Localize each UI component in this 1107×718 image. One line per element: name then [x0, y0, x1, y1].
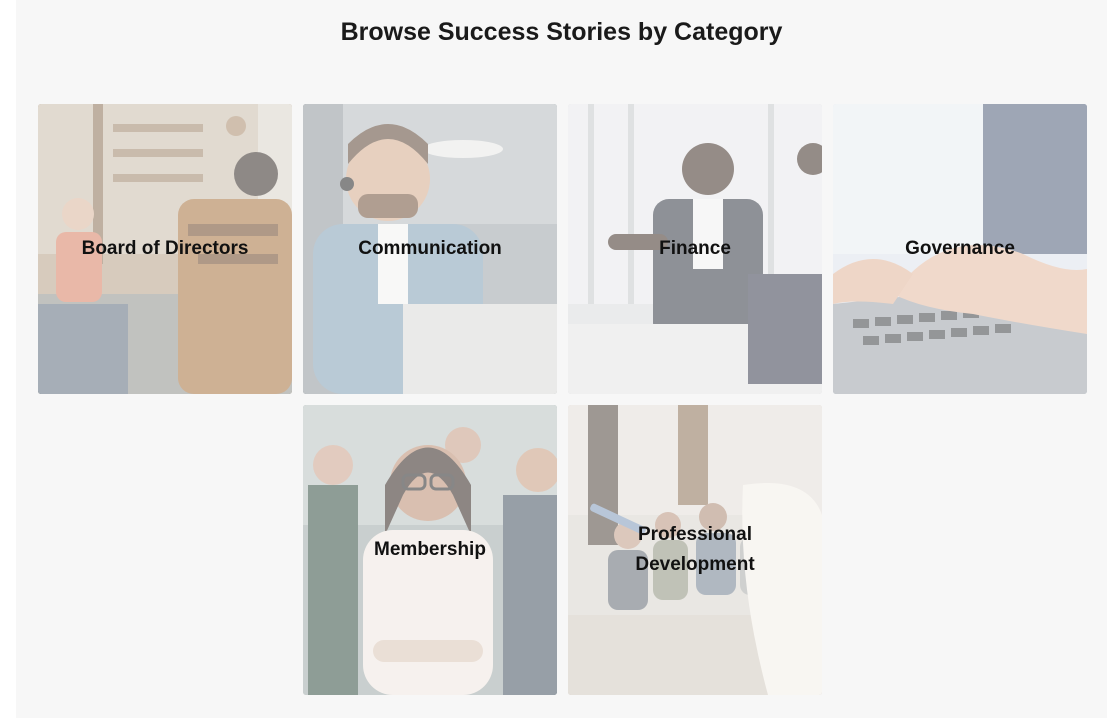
category-browser: Browse Success Stories by Category Board…: [16, 0, 1107, 718]
category-label: Communication: [358, 238, 502, 259]
category-label: Board of Directors: [81, 238, 249, 259]
page-title: Browse Success Stories by Category: [340, 18, 783, 46]
category-card-professional-development[interactable]: Professional Development: [568, 405, 822, 695]
category-card-membership[interactable]: Membership: [303, 405, 557, 695]
category-label: Finance: [659, 238, 731, 259]
category-label: Governance: [905, 238, 1015, 259]
category-label: Professional Development: [635, 524, 755, 575]
category-label: Membership: [374, 539, 486, 560]
category-card-governance[interactable]: Governance: [833, 104, 1087, 394]
category-card-communication[interactable]: Communication: [303, 104, 557, 394]
category-card-board-of-directors[interactable]: Board of Directors: [38, 104, 292, 394]
category-card-finance[interactable]: Finance: [568, 104, 822, 394]
